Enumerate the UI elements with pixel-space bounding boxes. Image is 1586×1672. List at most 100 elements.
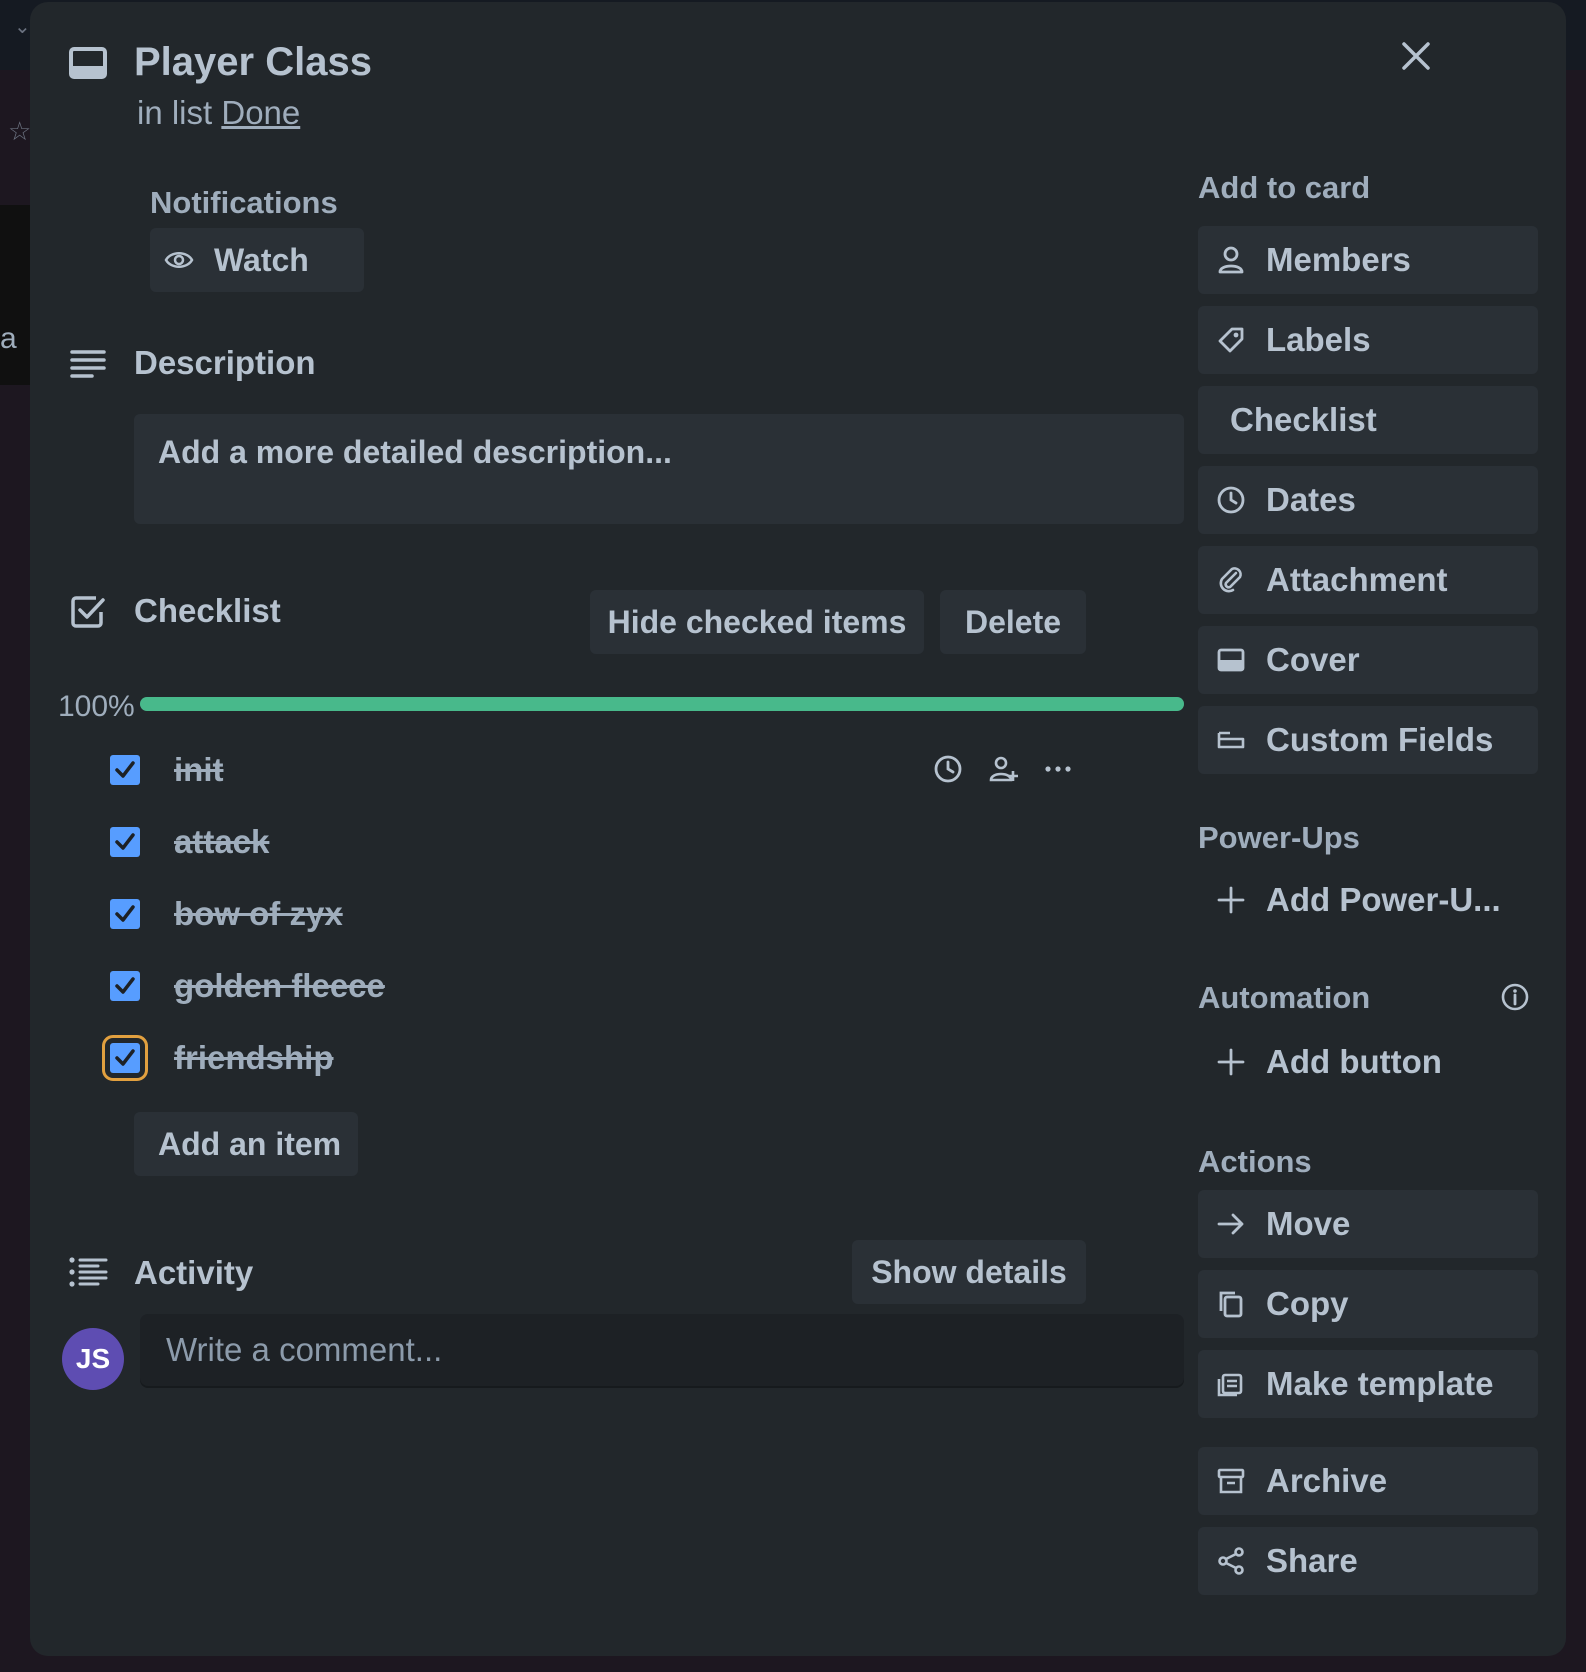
attachment-label: Attachment (1266, 561, 1448, 598)
delete-label: Delete (964, 603, 1062, 640)
dates-label: Dates (1266, 481, 1356, 518)
plus-icon (1214, 1045, 1248, 1079)
item-checkbox-focused[interactable] (102, 1035, 148, 1081)
show-details-button[interactable]: Show details (852, 1240, 1086, 1304)
dates-button[interactable]: Dates (1198, 466, 1538, 534)
activity-icon (68, 1256, 108, 1288)
checklist-button-label: Checklist (1230, 401, 1377, 438)
avatar[interactable]: JS (62, 1328, 124, 1390)
item-checkbox[interactable] (110, 755, 140, 785)
checklist-item[interactable]: friendship (70, 1027, 1200, 1089)
clock-icon (1214, 483, 1248, 517)
archive-label: Archive (1266, 1462, 1388, 1499)
progress-bar (140, 697, 1184, 711)
card-title[interactable]: Player Class (134, 40, 372, 85)
checklist-item[interactable]: golden fleece (70, 955, 1200, 1017)
archive-icon (1214, 1464, 1248, 1498)
assign-member-icon[interactable] (988, 753, 1020, 785)
members-label: Members (1266, 241, 1411, 278)
description-icon (70, 348, 106, 380)
tag-icon (1214, 323, 1248, 357)
add-powerup-button[interactable]: Add Power-U... (1198, 866, 1538, 934)
attachment-button[interactable]: Attachment (1198, 546, 1538, 614)
cover-button[interactable]: Cover (1198, 626, 1538, 694)
watch-button[interactable]: Watch (150, 228, 364, 292)
delete-checklist-button[interactable]: Delete (940, 590, 1086, 654)
share-icon (1214, 1544, 1248, 1578)
list-prefix: in list (137, 94, 213, 131)
labels-button[interactable]: Labels (1198, 306, 1538, 374)
members-button[interactable]: Members (1198, 226, 1538, 294)
add-button-button[interactable]: Add button (1198, 1028, 1538, 1096)
description-placeholder: Add a more detailed description... (158, 434, 672, 470)
checklist-button[interactable]: Checklist (1198, 386, 1538, 454)
actions-heading: Actions (1198, 1144, 1312, 1179)
item-checkbox[interactable] (110, 899, 140, 929)
add-powerup-label: Add Power-U... (1266, 881, 1501, 918)
item-checkbox[interactable] (110, 971, 140, 1001)
labels-label: Labels (1266, 321, 1371, 358)
arrow-right-icon (1214, 1207, 1248, 1241)
copy-label: Copy (1266, 1285, 1349, 1322)
description-heading: Description (134, 344, 316, 381)
show-details-label: Show details (871, 1253, 1067, 1290)
move-button[interactable]: Move (1198, 1190, 1538, 1258)
comment-input[interactable]: Write a comment... (140, 1314, 1184, 1386)
notifications-heading: Notifications (150, 185, 338, 220)
cover-label: Cover (1266, 641, 1360, 678)
paperclip-icon (1214, 563, 1248, 597)
list-location: in list Done (137, 94, 300, 132)
item-label[interactable]: attack (174, 823, 269, 861)
copy-icon (1214, 1287, 1248, 1321)
move-label: Move (1266, 1205, 1351, 1242)
checklist-item[interactable]: attack (70, 811, 1200, 873)
progress-percent: 100% (58, 690, 135, 723)
copy-button[interactable]: Copy (1198, 1270, 1538, 1338)
automation-heading: Automation (1198, 980, 1371, 1015)
checklist-icon (70, 594, 106, 630)
item-checkbox[interactable] (110, 827, 140, 857)
share-label: Share (1266, 1542, 1358, 1579)
item-label[interactable]: init (174, 751, 223, 789)
item-label[interactable]: friendship (174, 1039, 334, 1077)
more-options-icon[interactable] (1042, 753, 1074, 785)
custom-fields-icon (1214, 723, 1248, 757)
star-icon: ☆ (8, 116, 32, 146)
progress-fill (140, 697, 1184, 711)
custom-fields-button[interactable]: Custom Fields (1198, 706, 1538, 774)
list-link[interactable]: Done (221, 94, 300, 131)
description-editor[interactable]: Add a more detailed description... (134, 414, 1184, 524)
eye-icon (164, 249, 196, 271)
archive-button[interactable]: Archive (1198, 1447, 1538, 1515)
info-icon[interactable] (1500, 982, 1530, 1012)
activity-heading: Activity (134, 1254, 254, 1291)
plus-icon (1214, 883, 1248, 917)
item-label[interactable]: bow of zyx (174, 895, 343, 933)
hide-checked-button[interactable]: Hide checked items (590, 590, 924, 654)
checklist-heading: Checklist (134, 592, 281, 629)
card-detail-modal: Player Class in list Done Notifications … (30, 2, 1566, 1656)
cover-icon (1214, 643, 1248, 677)
add-item-button[interactable]: Add an item (134, 1112, 358, 1176)
watch-label: Watch (214, 241, 309, 278)
clock-icon[interactable] (932, 753, 964, 785)
checklist-item[interactable]: init (70, 739, 1200, 801)
add-to-card-heading: Add to card (1198, 170, 1371, 205)
person-icon (1214, 243, 1248, 277)
item-label[interactable]: golden fleece (174, 967, 385, 1005)
checklist-item[interactable]: bow of zyx (70, 883, 1200, 945)
card-icon (68, 46, 108, 82)
add-item-label: Add an item (158, 1125, 342, 1162)
custom-fields-label: Custom Fields (1266, 721, 1494, 758)
comment-placeholder: Write a comment... (166, 1331, 443, 1368)
make-template-label: Make template (1266, 1365, 1494, 1402)
make-template-button[interactable]: Make template (1198, 1350, 1538, 1418)
hide-checked-label: Hide checked items (607, 603, 907, 640)
powerups-heading: Power-Ups (1198, 820, 1360, 855)
template-icon (1214, 1367, 1248, 1401)
close-icon[interactable] (1398, 38, 1434, 74)
backdrop-text-fragment: a (0, 322, 17, 355)
share-button[interactable]: Share (1198, 1527, 1538, 1595)
add-button-label: Add button (1266, 1043, 1442, 1080)
chevron-down-icon: ⌄ (14, 16, 31, 38)
